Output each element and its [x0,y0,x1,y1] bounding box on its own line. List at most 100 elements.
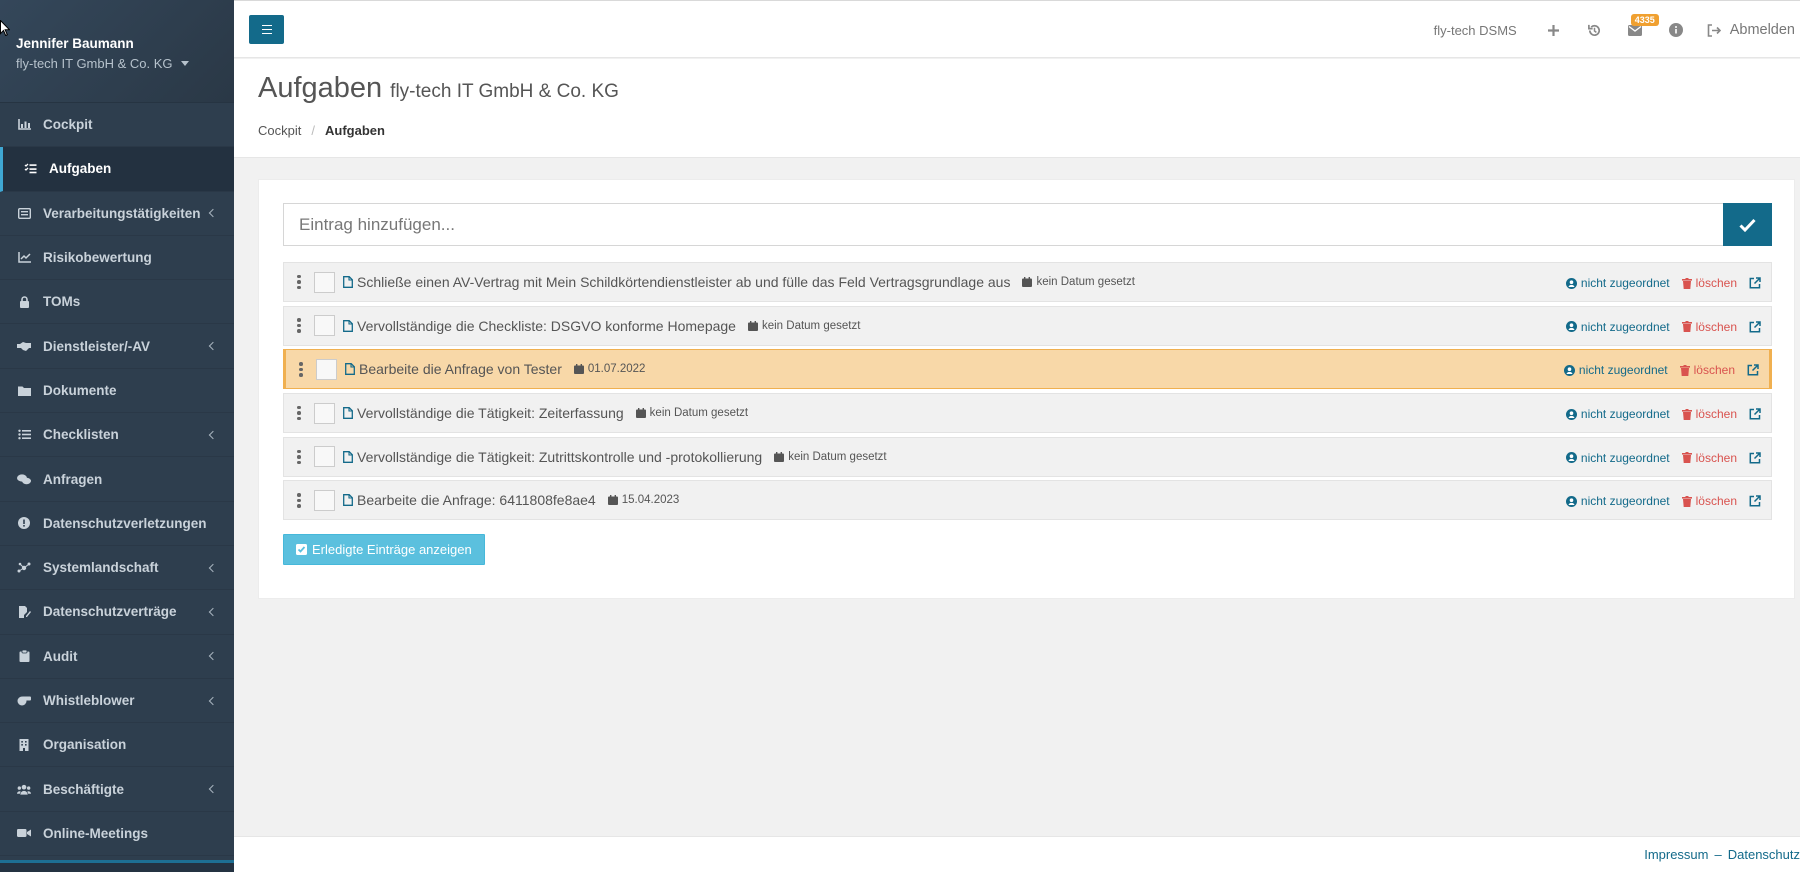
delete-button[interactable]: löschen [1681,407,1737,421]
chevron-left-icon [208,696,218,705]
task-title[interactable]: Vervollständige die Tätigkeit: Zutrittsk… [357,449,762,465]
drag-handle-icon[interactable] [284,449,310,464]
add-entry-submit-button[interactable] [1723,203,1772,246]
trash-icon [1681,321,1692,333]
task-row[interactable]: Bearbeite die Anfrage: 6411808fe8ae4 15.0… [283,480,1772,521]
task-checkbox[interactable] [314,402,335,424]
sidebar-item-label: Checklisten [43,427,119,443]
sidebar-item-datenschutzverträge[interactable]: Datenschutzverträge [0,590,234,635]
user-name: Jennifer Baumann [16,36,134,51]
task-row[interactable]: Bearbeite die Anfrage von Tester 01.07.20… [283,349,1772,390]
sidebar-item-cockpit[interactable]: Cockpit [0,103,234,148]
delete-button[interactable]: löschen [1679,363,1735,377]
plus-icon[interactable] [1533,1,1574,59]
topbar-right: fly-tech DSMS 4335 Abmelden [1434,1,1795,59]
assign-button[interactable]: nicht zugeordnet [1565,320,1670,334]
user-circle-icon [1565,452,1577,464]
task-checkbox[interactable] [314,446,335,468]
task-checkbox[interactable] [316,358,337,380]
trash-icon [1681,408,1692,420]
datenschutz-link[interactable]: Datenschutz [1728,847,1800,862]
external-link-icon[interactable] [1747,364,1759,376]
task-title[interactable]: Bearbeite die Anfrage: 6411808fe8ae4 [357,492,596,508]
delete-button[interactable]: löschen [1681,276,1737,290]
user-circle-icon [1565,321,1577,333]
mouse-cursor-icon [0,20,10,36]
drag-handle-icon[interactable] [284,493,310,508]
document-icon [345,363,355,376]
external-link-icon[interactable] [1749,277,1761,289]
task-title[interactable]: Schließe einen AV-Vertrag mit Mein Schil… [357,274,1010,290]
sidebar-item-organisation[interactable]: Organisation [0,723,234,768]
drag-handle-icon[interactable] [284,318,310,333]
sidebar-item-verarbeitungstätigkeiten[interactable]: Verarbeitungstätigkeiten [0,192,234,236]
add-entry-form [283,203,1772,246]
document-icon [343,407,353,420]
sidebar-item-beschäftigte[interactable]: Beschäftigte [0,767,234,812]
task-title[interactable]: Vervollständige die Tätigkeit: Zeiterfas… [357,405,624,421]
logout-button[interactable]: Abmelden [1697,22,1795,38]
sidebar-item-online-meetings[interactable]: Online-Meetings [0,812,234,857]
assign-button[interactable]: nicht zugeordnet [1565,407,1670,421]
drag-handle-icon[interactable] [284,274,310,290]
task-row[interactable]: Vervollständige die Tätigkeit: Zutrittsk… [283,436,1772,477]
delete-button[interactable]: löschen [1681,494,1737,508]
external-link-icon[interactable] [1749,408,1761,420]
delete-button[interactable]: löschen [1681,451,1737,465]
task-date: kein Datum gesetzt [774,451,887,463]
building-icon [17,738,31,751]
brand-link[interactable]: fly-tech DSMS [1434,23,1517,38]
sidebar-item-risikobewertung[interactable]: Risikobewertung [0,236,234,281]
sidebar-item-aufgaben[interactable]: Aufgaben [0,147,234,192]
task-title[interactable]: Bearbeite die Anfrage von Tester [359,361,562,377]
sidebar-item-systemlandschaft[interactable]: Systemlandschaft [0,546,234,591]
task-row[interactable]: Vervollständige die Tätigkeit: Zeiterfas… [283,393,1772,434]
show-done-button[interactable]: Erledigte Einträge anzeigen [283,534,485,565]
sidebar-item-anfragen[interactable]: Anfragen [0,457,234,502]
info-icon[interactable] [1656,1,1697,59]
external-link-icon[interactable] [1749,495,1761,507]
sidebar-item-whistleblower[interactable]: Whistleblower [0,679,234,724]
sidebar-item-checklisten[interactable]: Checklisten [0,413,234,458]
external-link-icon[interactable] [1749,320,1761,333]
external-link-icon[interactable] [1749,452,1761,464]
clipboard-icon [17,650,31,663]
task-checkbox[interactable] [314,271,335,293]
sidebar-item-dienstleister-av[interactable]: Dienstleister/-AV [0,324,234,369]
trash-icon [1681,452,1692,464]
history-icon[interactable] [1574,1,1615,59]
calendar-icon [1022,277,1033,287]
sidebar-item-dokumente[interactable]: Dokumente [0,369,234,414]
sidebar-item-toms[interactable]: TOMs [0,280,234,325]
assign-button[interactable]: nicht zugeordnet [1565,276,1670,290]
sidebar-item-label: Datenschutzverträge [43,604,177,620]
sidebar-scroll-indicator [0,860,234,872]
contract-icon [17,605,31,618]
drag-handle-icon[interactable] [286,362,312,377]
sidebar-item-datenschutzverletzungen[interactable]: Datenschutzverletzungen [0,502,234,546]
sidebar-item-audit[interactable]: Audit [0,635,234,679]
company-switcher[interactable]: fly-tech IT GmbH & Co. KG [16,56,218,71]
user-circle-icon [1563,364,1575,376]
delete-button[interactable]: löschen [1681,320,1737,334]
task-row[interactable]: Schließe einen AV-Vertrag mit Mein Schil… [283,262,1772,302]
calendar-icon [573,364,584,375]
task-checkbox[interactable] [314,315,335,337]
assign-button[interactable]: nicht zugeordnet [1563,363,1668,377]
task-title[interactable]: Vervollständige die Checkliste: DSGVO ko… [357,318,736,334]
breadcrumb-home[interactable]: Cockpit [258,123,301,138]
checkbox-checked-icon [296,544,307,555]
menu-toggle-button[interactable] [249,15,284,44]
task-checkbox[interactable] [314,489,335,511]
mail-icon[interactable]: 4335 [1615,1,1659,59]
assign-button[interactable]: nicht zugeordnet [1565,494,1670,508]
sidebar-item-label: Anfragen [43,471,103,487]
impressum-link[interactable]: Impressum [1644,847,1708,862]
show-done-label: Erledigte Einträge anzeigen [312,542,472,557]
task-actions: nicht zugeordnet löschen [1565,394,1761,434]
drag-handle-icon[interactable] [284,405,310,421]
assign-button[interactable]: nicht zugeordnet [1565,451,1670,465]
add-entry-input[interactable] [283,203,1723,246]
task-row[interactable]: Vervollständige die Checkliste: DSGVO ko… [283,305,1772,346]
chart-icon [17,119,31,131]
